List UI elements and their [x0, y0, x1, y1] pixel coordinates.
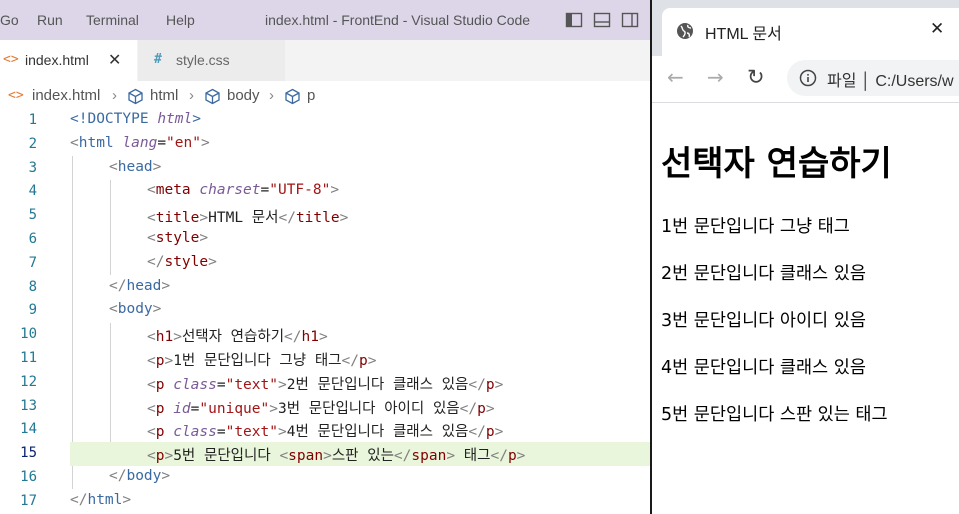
code-line: 10 <h1>선택자 연습하기</h1> — [0, 323, 650, 347]
browser-tab-title: HTML 문서 — [705, 26, 782, 43]
code-editor[interactable]: 1 <!DOCTYPE html> 2 <html lang="en"> 3 <… — [0, 109, 650, 514]
breadcrumb-item-body[interactable]: body — [227, 87, 260, 104]
menu-run[interactable]: Run — [37, 0, 63, 40]
html-file-icon: <> — [8, 88, 24, 103]
tab-style-css[interactable]: # style.css — [138, 40, 285, 81]
browser-toolbar: ← → ↻ 파일 │ C:/Users/w — [652, 56, 959, 103]
paragraph-3: 3번 문단입니다 아이디 있음 — [661, 311, 866, 331]
line-number: 11 — [20, 350, 37, 366]
browser-window: HTML 문서 ✕ ← → ↻ 파일 │ C:/Users/w 선택자 연습하기… — [652, 0, 959, 514]
line-number: 6 — [28, 231, 37, 247]
close-icon[interactable]: ✕ — [930, 19, 944, 39]
paragraph-2: 2번 문단입니다 클래스 있음 — [661, 264, 866, 284]
line-number: 8 — [28, 278, 37, 295]
tab-label: index.html — [25, 52, 89, 68]
breadcrumb-item-file[interactable]: index.html — [32, 87, 100, 104]
chevron-right-icon: › — [269, 87, 274, 104]
web-page-content: 선택자 연습하기 1번 문단입니다 그냥 태그 2번 문단입니다 클래스 있음 … — [652, 103, 959, 514]
code-line: 1 <!DOCTYPE html> — [0, 109, 650, 133]
breadcrumb: <> index.html › html › body › p — [0, 84, 650, 108]
editor-tab-bar: <> index.html ✕ # style.css — [0, 40, 650, 81]
reload-icon[interactable]: ↻ — [747, 65, 765, 89]
paragraph-1: 1번 문단입니다 그냥 태그 — [661, 217, 850, 237]
menu-terminal[interactable]: Terminal — [86, 0, 139, 40]
window-title: index.html - FrontEnd - Visual Studio Co… — [265, 12, 531, 28]
css-file-icon: # — [154, 52, 162, 67]
chevron-right-icon: › — [189, 87, 194, 104]
line-number: 1 — [28, 112, 37, 128]
title-bar: Go Run Terminal Help index.html - FrontE… — [0, 0, 650, 40]
code-line: 14 <p class="text">4번 문단입니다 클래스 있음</p> — [0, 418, 650, 442]
address-url: 파일 │ C:/Users/w — [827, 73, 954, 90]
breadcrumb-item-html[interactable]: html — [150, 87, 178, 104]
line-number: 3 — [28, 159, 37, 176]
element-cube-icon — [128, 88, 143, 105]
line-number: 2 — [28, 135, 37, 152]
code-line: 13 <p id="unique">3번 문단입니다 아이디 있음</p> — [0, 395, 650, 419]
line-number: 9 — [28, 302, 37, 319]
code-line: 7 </style> — [0, 252, 650, 276]
code-line: 12 <p class="text">2번 문단입니다 클래스 있음</p> — [0, 371, 650, 395]
code-line: 9 <body> — [0, 299, 650, 323]
code-line: 6 <style> — [0, 228, 650, 252]
code-line: 16 </body> — [0, 466, 650, 490]
line-number: 12 — [20, 373, 37, 390]
globe-icon — [677, 23, 693, 39]
code-line: 8 </head> — [0, 276, 650, 300]
html-file-icon: <> — [3, 52, 19, 67]
line-number: 5 — [28, 207, 37, 224]
code-line: 4 <meta charset="UTF-8"> — [0, 180, 650, 204]
line-number: 10 — [20, 326, 37, 343]
tab-index-html[interactable]: <> index.html ✕ — [0, 40, 137, 81]
line-number: 17 — [20, 492, 37, 509]
menu-help[interactable]: Help — [166, 0, 195, 40]
forward-arrow-icon[interactable]: → — [707, 65, 724, 89]
line-number: 15 — [20, 445, 37, 462]
breadcrumb-item-p[interactable]: p — [307, 87, 315, 104]
code-line: 15 <p>5번 문단입니다 <span>스판 있는</span> 태그</p> — [0, 442, 650, 466]
close-icon[interactable]: ✕ — [108, 50, 121, 69]
toggle-sidebar-icon[interactable] — [565, 11, 583, 29]
chevron-right-icon: › — [112, 87, 117, 104]
info-icon — [799, 69, 817, 87]
tab-label: style.css — [176, 52, 230, 68]
page-heading: 선택자 연습하기 — [661, 144, 892, 184]
line-number: 7 — [28, 254, 37, 271]
code-line: 17 </html> — [0, 490, 650, 514]
paragraph-5: 5번 문단입니다 스판 있는 태그 — [661, 405, 888, 425]
element-cube-icon — [285, 88, 300, 105]
vscode-window: Go Run Terminal Help index.html - FrontE… — [0, 0, 650, 514]
browser-tab-strip: HTML 문서 ✕ — [652, 0, 959, 56]
line-number: 14 — [20, 421, 37, 438]
code-line: 11 <p>1번 문단입니다 그냥 태그</p> — [0, 347, 650, 371]
toggle-secondary-sidebar-icon[interactable] — [621, 11, 639, 29]
line-number: 13 — [20, 397, 37, 414]
code-line: 3 <head> — [0, 157, 650, 181]
browser-tab[interactable]: HTML 문서 ✕ — [662, 8, 959, 56]
code-line: 5 <title>HTML 문서</title> — [0, 204, 650, 228]
code-line: 2 <html lang="en"> — [0, 133, 650, 157]
menu-go[interactable]: Go — [0, 0, 19, 40]
address-bar[interactable]: 파일 │ C:/Users/w — [787, 60, 959, 96]
paragraph-4: 4번 문단입니다 클래스 있음 — [661, 358, 866, 378]
line-number: 16 — [20, 469, 37, 485]
line-number: 4 — [28, 183, 37, 200]
toggle-panel-icon[interactable] — [593, 11, 611, 29]
element-cube-icon — [205, 88, 220, 105]
back-arrow-icon[interactable]: ← — [667, 65, 684, 89]
